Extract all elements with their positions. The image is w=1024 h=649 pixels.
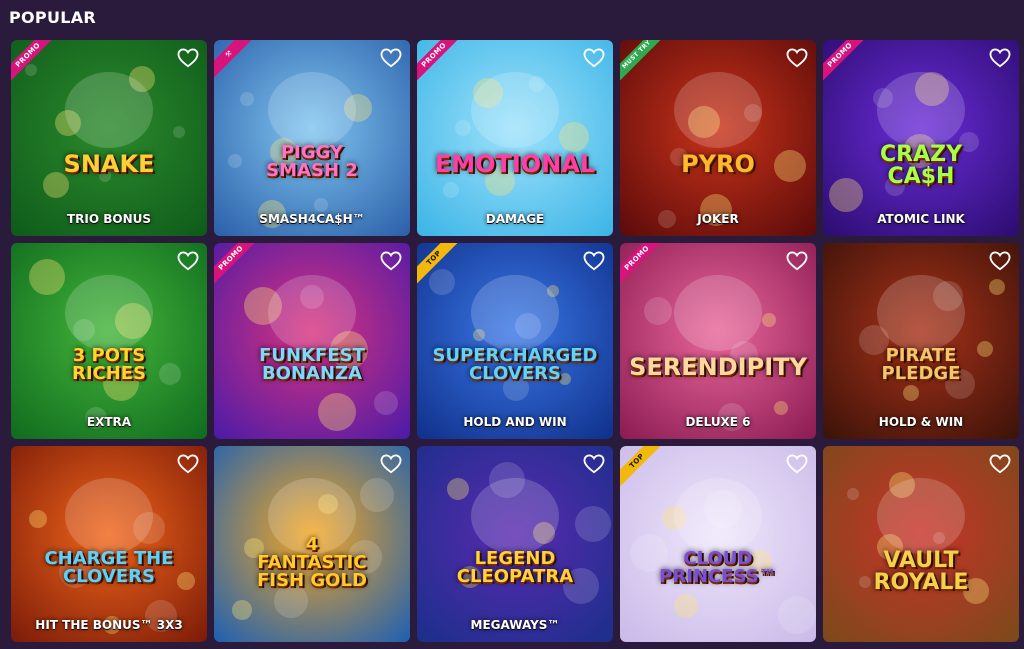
- game-thumbnail: [823, 40, 1019, 236]
- game-thumbnail: [620, 40, 816, 236]
- heart-icon[interactable]: [989, 48, 1011, 68]
- game-title: SUPERCHARGED CLOVERS: [432, 345, 598, 384]
- game-thumbnail: [417, 243, 613, 439]
- game-thumbnail: [214, 243, 410, 439]
- game-thumbnail: [214, 40, 410, 236]
- games-grid: SNAKE TRIO BONUS PROMO PIGGY SMASH 2 SMASH4C…: [11, 40, 1019, 642]
- game-title: CHARGE THE CLOVERS: [44, 548, 174, 587]
- game-tile[interactable]: PIRATE PLEDGE HOLD & WIN: [823, 243, 1019, 439]
- game-tile[interactable]: CLOUD PRINCESS™ TOP: [620, 446, 816, 642]
- game-title: CLOUD PRINCESS™: [659, 548, 777, 587]
- game-thumbnail: [620, 446, 816, 642]
- heart-icon[interactable]: [786, 454, 808, 474]
- game-title: PIRATE PLEDGE: [881, 345, 961, 384]
- game-title: EMOTIONAL: [434, 150, 596, 178]
- game-thumbnail: [11, 40, 207, 236]
- game-tile[interactable]: SUPERCHARGED CLOVERS HOLD AND WIN TOP: [417, 243, 613, 439]
- game-title: FUNKFEST BONANZA: [259, 345, 365, 384]
- game-subtitle: EXTRA: [86, 415, 132, 429]
- game-tile[interactable]: 4 FANTASTIC FISH GOLD: [214, 446, 410, 642]
- heart-icon[interactable]: [177, 251, 199, 271]
- heart-icon[interactable]: [583, 48, 605, 68]
- game-title: PIGGY SMASH 2: [266, 142, 358, 181]
- game-subtitle: MEGAWAYS™: [470, 618, 560, 632]
- heart-icon[interactable]: [786, 251, 808, 271]
- game-thumbnail: [417, 40, 613, 236]
- game-thumbnail: [823, 446, 1019, 642]
- heart-icon[interactable]: [786, 48, 808, 68]
- heart-icon[interactable]: [583, 454, 605, 474]
- heart-icon[interactable]: [177, 48, 199, 68]
- game-tile[interactable]: PIGGY SMASH 2 SMASH4CA$H™ ⚒: [214, 40, 410, 236]
- game-tile[interactable]: 3 POTS RICHES EXTRA: [11, 243, 207, 439]
- game-subtitle: TRIO BONUS: [66, 212, 152, 226]
- game-title: SERENDIPITY: [629, 353, 807, 381]
- game-thumbnail: [11, 243, 207, 439]
- game-tile[interactable]: LEGEND CLEOPATRA MEGAWAYS™: [417, 446, 613, 642]
- game-tile[interactable]: EMOTIONAL DAMAGE PROMO: [417, 40, 613, 236]
- game-tile[interactable]: SNAKE TRIO BONUS PROMO: [11, 40, 207, 236]
- heart-icon[interactable]: [380, 251, 402, 271]
- game-thumbnail: [11, 446, 207, 642]
- game-title: VAULT ROYALE: [873, 548, 969, 595]
- heart-icon[interactable]: [583, 251, 605, 271]
- game-thumbnail: [823, 243, 1019, 439]
- heart-icon[interactable]: [989, 454, 1011, 474]
- game-thumbnail: [417, 446, 613, 642]
- game-title: PYRO: [681, 150, 755, 178]
- game-tile[interactable]: PYRO JOKER MUST TRY: [620, 40, 816, 236]
- game-tile[interactable]: SERENDIPITY deluxe 6 PROMO: [620, 243, 816, 439]
- game-subtitle: deluxe 6: [685, 415, 751, 429]
- game-subtitle: DAMAGE: [485, 212, 545, 226]
- game-subtitle: ATOMIC LINK: [877, 212, 965, 226]
- game-tile[interactable]: CRAZY CA$H ATOMIC LINK PROMO: [823, 40, 1019, 236]
- game-title: LEGEND CLEOPATRA: [456, 548, 574, 587]
- heart-icon[interactable]: [380, 48, 402, 68]
- game-tile[interactable]: VAULT ROYALE: [823, 446, 1019, 642]
- game-title: 3 POTS RICHES: [71, 345, 147, 384]
- game-subtitle: HOLD AND WIN: [463, 415, 567, 429]
- heart-icon[interactable]: [177, 454, 199, 474]
- heart-icon[interactable]: [989, 251, 1011, 271]
- heart-icon[interactable]: [380, 454, 402, 474]
- game-subtitle: HIT the BONUS™ 3x3: [35, 618, 183, 632]
- game-thumbnail: [620, 243, 816, 439]
- game-tile[interactable]: FUNKFEST BONANZA PROMO: [214, 243, 410, 439]
- game-subtitle: HOLD & WIN: [878, 415, 964, 429]
- section-title: POPULAR: [9, 8, 97, 27]
- game-title: CRAZY CA$H: [880, 142, 962, 189]
- game-tile[interactable]: CHARGE THE CLOVERS HIT the BONUS™ 3x3: [11, 446, 207, 642]
- game-subtitle: SMASH4CA$H™: [259, 212, 365, 226]
- game-subtitle: JOKER: [697, 212, 739, 226]
- game-title: 4 FANTASTIC FISH GOLD: [257, 534, 367, 591]
- popular-games-page: POPULAR SNAKE TRIO BONUS PROMO PIGGY SMASH …: [0, 0, 1024, 649]
- game-title: SNAKE: [63, 150, 155, 178]
